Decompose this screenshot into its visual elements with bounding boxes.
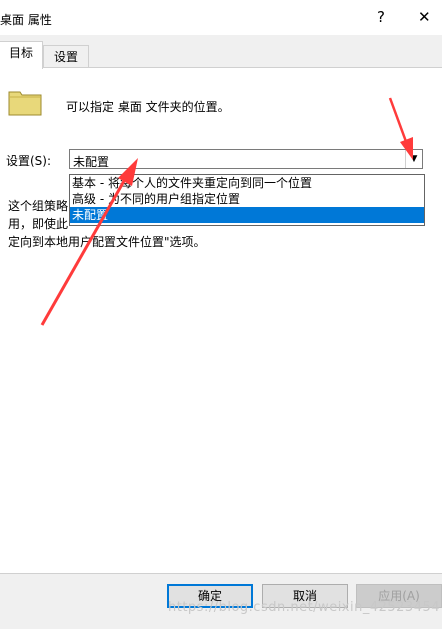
target-panel: 可以指定 桌面 文件夹的位置。 设置(S): 未配置 ▼ 基本 - 将每个人的文…	[0, 67, 442, 574]
chevron-down-icon[interactable]: ▼	[405, 150, 422, 168]
window-title: 桌面 属性	[0, 13, 52, 27]
tab-target[interactable]: 目标	[0, 41, 43, 69]
option-advanced[interactable]: 高级 - 为不同的用户组指定位置	[70, 191, 424, 207]
setting-combobox[interactable]: 未配置 ▼	[69, 149, 423, 169]
setting-label: 设置(S):	[6, 154, 52, 168]
option-not-configured[interactable]: 未配置	[70, 207, 424, 223]
combo-selected-value: 未配置	[73, 155, 110, 169]
explanation-line: 定向到本地用户配置文件位置"选项。	[8, 235, 206, 249]
help-button[interactable]: ?	[377, 8, 385, 26]
title-bar: 桌面 属性 ? ✕	[0, 0, 442, 35]
setting-dropdown-list: 基本 - 将每个人的文件夹重定向到同一个位置 高级 - 为不同的用户组指定位置 …	[69, 174, 425, 226]
folder-icon	[8, 91, 42, 116]
watermark: https://blog.csdn.net/weixin_42523454	[168, 600, 441, 615]
option-basic[interactable]: 基本 - 将每个人的文件夹重定向到同一个位置	[70, 175, 424, 191]
folder-location-description: 可以指定 桌面 文件夹的位置。	[66, 100, 230, 114]
close-button[interactable]: ✕	[418, 8, 431, 26]
tab-settings[interactable]: 设置	[43, 45, 89, 69]
